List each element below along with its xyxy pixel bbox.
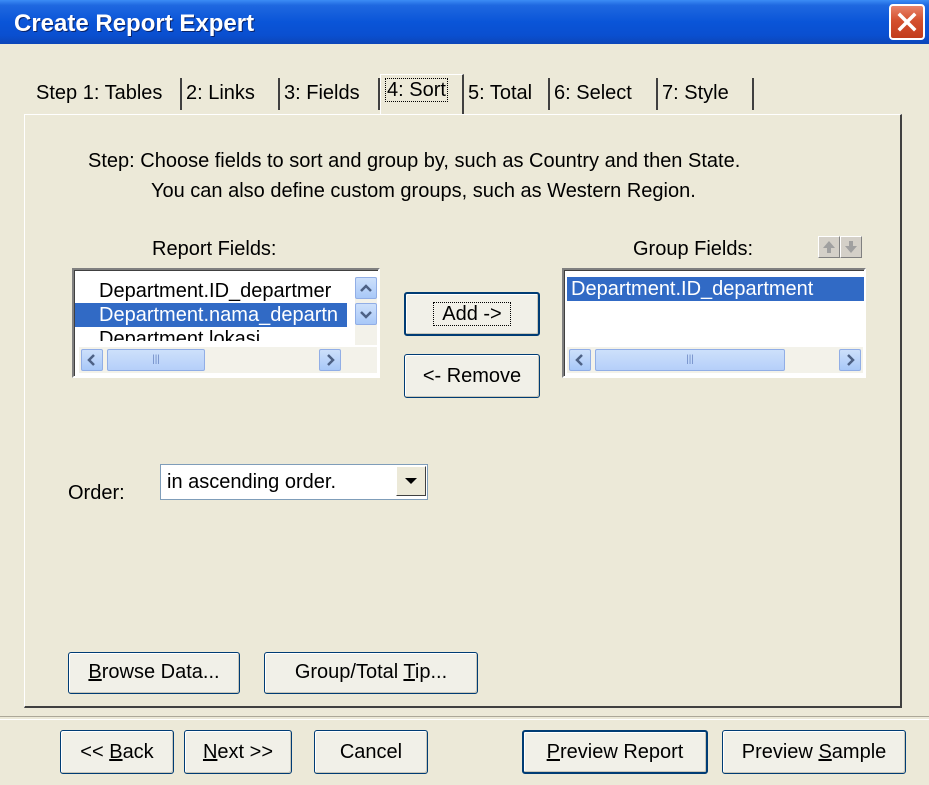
create-report-expert-dialog: Create Report Expert Step 1: Tables 2: L… [0,0,929,785]
label-rest: ack [122,741,154,763]
preview-report-label: Preview Report [547,741,684,763]
report-fields-hscrollbar[interactable]: ||| [79,347,377,373]
close-icon [897,12,917,32]
report-fields-list[interactable]: Department.ID_departmer Department.nama_… [72,268,380,378]
tab-links[interactable]: 2: Links [182,78,280,110]
tab-total[interactable]: 5: Total [464,78,550,110]
label-rest: ip... [414,661,448,683]
label-rest: ext >> [217,741,274,763]
label-pre: Preview [741,741,819,763]
triangle-down-icon [405,478,417,484]
chevron-down-icon [360,311,372,319]
scroll-thumb[interactable]: ||| [595,349,785,371]
step-instructions-line2: You can also define custom groups, such … [151,180,696,202]
order-select[interactable]: in ascending order. [160,464,428,500]
tab-select[interactable]: 6: Select [550,78,658,110]
tab-label: 4: Sort [385,78,448,102]
list-item-text: Department.ID_departmer [99,280,332,302]
cancel-label: Cancel [339,741,403,763]
next-label: Next >> [203,741,273,763]
list-item[interactable]: Department.lokasi [75,327,347,341]
label-rest: review Report [559,741,684,763]
scroll-up-button[interactable] [355,277,377,299]
label-pre: << [80,741,110,763]
tab-tables[interactable]: Step 1: Tables [32,78,182,110]
list-item-text: Department.nama_departn [99,304,339,326]
scroll-left-button[interactable] [81,349,103,371]
arrow-up-icon [823,241,835,253]
group-fields-hscrollbar[interactable]: ||| [567,347,863,373]
close-button[interactable] [889,4,925,40]
mnemonic: P [546,741,560,763]
group-total-tip-button[interactable]: Group/Total Tip... [264,652,478,694]
back-label: << Back [80,741,153,763]
browse-data-label: Browse Data... [88,661,219,683]
chevron-left-icon [575,354,583,366]
add-button-label: Add -> [433,302,511,326]
chevron-right-icon [847,354,855,366]
scroll-thumb[interactable]: ||| [107,349,205,371]
report-fields-label: Report Fields: [152,238,277,260]
preview-report-button[interactable]: Preview Report [522,730,708,774]
step-instructions-line1: Step: Choose fields to sort and group by… [88,150,741,172]
scroll-right-button[interactable] [839,349,861,371]
tab-style[interactable]: 7: Style [658,78,754,110]
mnemonic: B [88,661,102,683]
preview-sample-label: Preview Sample [742,741,887,763]
report-fields-vscrollbar[interactable] [355,277,377,345]
sort-tab-panel [24,114,902,708]
list-item[interactable]: Department.ID_departmer [75,279,347,303]
arrow-down-icon [845,241,857,253]
scroll-left-button[interactable] [569,349,591,371]
move-up-button[interactable] [818,236,840,258]
cancel-button[interactable]: Cancel [314,730,428,774]
window-title: Create Report Expert [14,10,255,37]
scroll-down-button[interactable] [355,303,377,325]
chevron-up-icon [360,284,372,292]
group-fields-list[interactable]: Department.ID_department ||| [562,268,866,378]
back-button[interactable]: << Back [60,730,174,774]
group-total-tip-label: Group/Total Tip... [295,661,447,683]
group-fields-label: Group Fields: [633,238,754,260]
tab-label: 5: Total [468,82,533,104]
tab-label: 7: Style [662,82,729,104]
list-item-text: Department.ID_department [571,278,814,300]
tab-label: 6: Select [554,82,632,104]
mnemonic: N [202,741,218,763]
list-item[interactable]: Department.nama_departn [75,303,347,327]
tab-label: 2: Links [186,82,255,104]
scroll-right-button[interactable] [319,349,341,371]
preview-sample-button[interactable]: Preview Sample [722,730,906,774]
mnemonic: B [109,741,123,763]
list-item[interactable]: Department.ID_department [567,277,864,301]
title-bar: Create Report Expert [0,0,929,44]
chevron-left-icon [87,354,95,366]
chevron-right-icon [327,354,335,366]
tab-label: Step 1: Tables [36,82,163,104]
label-pre: Group/Total [294,661,404,683]
order-label: Order: [68,482,125,504]
mnemonic: S [818,741,832,763]
move-down-button[interactable] [840,236,862,258]
next-button[interactable]: Next >> [184,730,292,774]
list-item-text: Department.lokasi [99,328,261,341]
remove-button[interactable]: <- Remove [404,354,540,398]
tab-sort[interactable]: 4: Sort [380,74,464,114]
order-select-value: in ascending order. [167,471,337,493]
mnemonic: T [403,661,415,683]
browse-data-button[interactable]: Browse Data... [68,652,240,694]
tab-fields[interactable]: 3: Fields [280,78,380,110]
tab-label: 3: Fields [284,82,360,104]
add-button[interactable]: Add -> [404,292,540,336]
footer-divider [0,716,929,720]
label-rest: ample [831,741,887,763]
label-rest: rowse Data... [101,661,220,683]
order-dropdown-button[interactable] [396,466,426,496]
remove-button-label: <- Remove [422,365,522,387]
